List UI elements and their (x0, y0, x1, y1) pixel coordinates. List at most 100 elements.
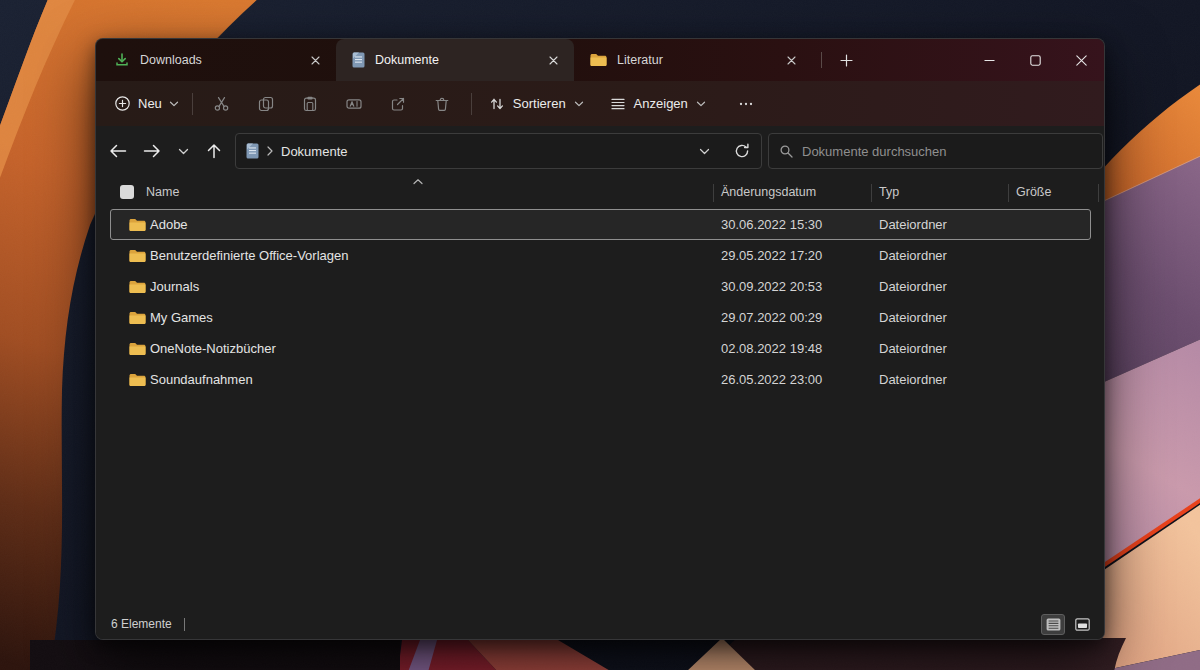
file-list-pane: Name Änderungsdatum Typ Größe Adobe 30.0… (96, 176, 1104, 395)
sort-ascending-icon[interactable] (412, 174, 424, 188)
close-button[interactable] (1058, 39, 1104, 81)
new-tab-button[interactable] (831, 47, 861, 73)
chevron-down-icon (696, 101, 706, 107)
document-icon (246, 143, 259, 159)
icons-view-button[interactable] (1070, 614, 1094, 635)
breadcrumb[interactable]: Dokumente (281, 144, 347, 159)
file-row[interactable]: Soundaufnahmen 26.05.2022 23:00 Dateiord… (110, 364, 1091, 395)
up-icon (207, 143, 221, 159)
minimize-button[interactable] (966, 39, 1012, 81)
cut-icon (213, 96, 230, 112)
maximize-button[interactable] (1012, 39, 1058, 81)
close-icon (1076, 55, 1087, 66)
search-icon (779, 144, 793, 158)
status-bar: 6 Elemente (96, 609, 1104, 639)
folder-icon (129, 373, 146, 390)
more-options-button[interactable] (726, 87, 766, 121)
icons-view-icon (1075, 618, 1090, 631)
file-date: 29.05.2022 17:20 (721, 248, 822, 263)
share-icon (390, 96, 406, 112)
file-type: Dateiordner (879, 341, 947, 356)
file-name: Benutzerdefinierte Office-Vorlagen (150, 248, 349, 263)
folder-icon (129, 249, 146, 266)
select-all-checkbox[interactable] (120, 185, 134, 199)
paste-icon (302, 96, 318, 112)
chevron-down-icon (178, 148, 189, 155)
column-header-name[interactable]: Name (146, 185, 179, 199)
cut-button[interactable] (202, 87, 242, 121)
folder-icon (129, 311, 146, 328)
file-name: Soundaufnahmen (150, 372, 253, 387)
rename-icon (346, 96, 362, 112)
new-button-label: Neu (138, 96, 162, 111)
tab-label: Literatur (617, 53, 768, 67)
window-controls (966, 39, 1104, 81)
chevron-down-icon (699, 148, 710, 155)
refresh-button[interactable] (727, 136, 757, 166)
items-count: 6 Elemente (111, 617, 172, 631)
view-list-icon (610, 96, 626, 112)
toolbar-separator (192, 93, 193, 115)
file-type: Dateiordner (879, 372, 947, 387)
column-header-size[interactable]: Größe (1016, 185, 1051, 199)
file-explorer-window: Downloads Dokumente Literatur Neu (95, 38, 1105, 640)
tab-label: Dokumente (375, 53, 530, 67)
column-header-date[interactable]: Änderungsdatum (721, 185, 816, 199)
navigation-bar: Dokumente Dokumente durchsuchen (96, 126, 1104, 176)
share-button[interactable] (378, 87, 418, 121)
tab-bar: Downloads Dokumente Literatur (96, 39, 1104, 81)
desktop: Downloads Dokumente Literatur Neu (0, 0, 1200, 670)
file-type: Dateiordner (879, 217, 947, 232)
file-date: 29.07.2022 00:29 (721, 310, 822, 325)
file-type: Dateiordner (879, 310, 947, 325)
file-row[interactable]: Journals 30.09.2022 20:53 Dateiordner (110, 271, 1091, 302)
file-row[interactable]: Adobe 30.06.2022 15:30 Dateiordner (110, 209, 1091, 240)
forward-button[interactable] (135, 135, 169, 167)
up-button[interactable] (197, 135, 231, 167)
rename-button[interactable] (334, 87, 374, 121)
file-name: Adobe (150, 217, 188, 232)
tabbar-separator (821, 52, 822, 68)
paste-button[interactable] (290, 87, 330, 121)
file-row[interactable]: OneNote-Notizbücher 02.08.2022 19:48 Dat… (110, 333, 1091, 364)
file-type: Dateiordner (879, 279, 947, 294)
plus-circle-icon (114, 95, 131, 112)
sort-icon (489, 96, 505, 112)
file-type: Dateiordner (879, 248, 947, 263)
file-row[interactable]: My Games 29.07.2022 00:29 Dateiordner (110, 302, 1091, 333)
address-dropdown-button[interactable] (689, 136, 719, 166)
column-header-type[interactable]: Typ (879, 185, 899, 199)
tab-dokumente[interactable]: Dokumente (336, 39, 574, 81)
search-input[interactable]: Dokumente durchsuchen (768, 133, 1103, 169)
chevron-down-icon (169, 101, 179, 107)
tab-close-icon[interactable] (540, 48, 566, 72)
address-bar[interactable]: Dokumente (235, 133, 762, 169)
folder-icon (129, 342, 146, 359)
file-date: 30.09.2022 20:53 (721, 279, 822, 294)
view-button-label: Anzeigen (634, 96, 688, 111)
tab-literatur[interactable]: Literatur (574, 39, 812, 81)
back-button[interactable] (101, 135, 135, 167)
breadcrumb-chevron-icon (267, 146, 273, 156)
status-separator (184, 618, 185, 631)
file-name: Journals (150, 279, 199, 294)
column-headers: Name Änderungsdatum Typ Größe (96, 176, 1104, 209)
search-placeholder: Dokumente durchsuchen (802, 144, 947, 159)
tab-close-icon[interactable] (778, 48, 804, 72)
copy-button[interactable] (246, 87, 286, 121)
new-button[interactable]: Neu (108, 87, 185, 121)
tab-close-icon[interactable] (302, 48, 328, 72)
delete-button[interactable] (422, 87, 462, 121)
back-icon (109, 144, 127, 158)
tab-label: Downloads (140, 53, 292, 67)
command-bar: Neu Sortieren Anzeigen (96, 81, 1104, 126)
tab-downloads[interactable]: Downloads (98, 39, 336, 81)
file-row[interactable]: Benutzerdefinierte Office-Vorlagen 29.05… (110, 240, 1091, 271)
view-button[interactable]: Anzeigen (600, 87, 716, 121)
download-icon (114, 52, 130, 68)
sort-button[interactable]: Sortieren (479, 87, 594, 121)
recent-locations-button[interactable] (169, 135, 197, 167)
details-view-icon (1046, 618, 1061, 631)
details-view-button[interactable] (1041, 614, 1065, 635)
refresh-icon (734, 143, 750, 159)
